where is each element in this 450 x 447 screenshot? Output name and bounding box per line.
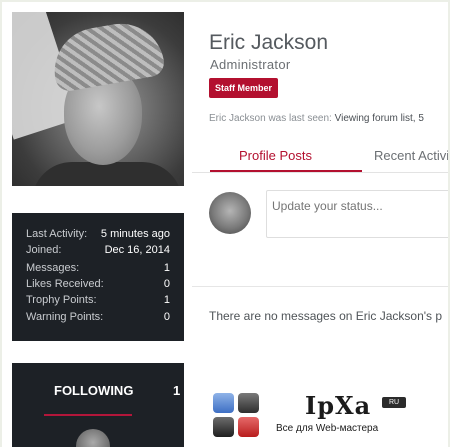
watermark-tile-red: [238, 417, 259, 437]
stat-label: Trophy Points:: [26, 294, 97, 306]
watermark-tile-black: [213, 417, 234, 437]
stat-likes-received: Likes Received: 0: [26, 276, 170, 292]
watermark-tile-dark: [238, 393, 259, 413]
profile-stats-panel: Last Activity: 5 minutes ago Joined: Dec…: [12, 213, 184, 341]
stat-label: Joined:: [26, 244, 62, 256]
stat-value: 0: [163, 278, 170, 290]
following-panel: FOLLOWING 1: [12, 363, 184, 447]
profile-name: Eric Jackson: [209, 31, 329, 54]
stat-label: Last Activity:: [26, 228, 88, 240]
stat-last-activity: Last Activity: 5 minutes ago: [26, 226, 170, 242]
watermark-tagline: Все для Web-мастера: [276, 423, 379, 434]
avatar-shirt: [32, 162, 182, 186]
tab-recent-activity[interactable]: Recent Activi: [374, 148, 448, 163]
stat-messages[interactable]: Messages: 1: [26, 260, 170, 276]
no-messages-text: There are no messages on Eric Jackson's …: [209, 309, 443, 323]
staff-member-badge: Staff Member: [209, 78, 279, 98]
active-tab-underline: [210, 170, 362, 172]
stat-value[interactable]: 1: [164, 294, 170, 306]
following-tab-underline: [44, 414, 132, 416]
profile-page: Last Activity: 5 minutes ago Joined: Dec…: [2, 2, 448, 447]
last-seen-link[interactable]: Viewing forum list, 5: [335, 113, 424, 124]
stat-warning-points: Warning Points: 0: [26, 309, 170, 325]
status-update-input[interactable]: [266, 190, 448, 238]
last-seen-label: Eric Jackson was last seen:: [209, 113, 332, 124]
profile-tabs: Profile Posts Recent Activi: [192, 142, 448, 173]
watermark-domain-badge: RU: [382, 397, 406, 408]
stat-trophy-points[interactable]: Trophy Points: 1: [26, 292, 170, 308]
following-count[interactable]: 1: [173, 383, 180, 398]
content-divider: [192, 286, 448, 287]
stat-value: Dec 16, 2014: [104, 244, 170, 256]
stat-value: 0: [163, 311, 170, 323]
tab-profile-posts[interactable]: Profile Posts: [239, 148, 312, 163]
watermark-tile-blue: [213, 393, 234, 413]
stat-joined: Joined: Dec 16, 2014: [26, 242, 170, 258]
profile-avatar[interactable]: [12, 12, 184, 186]
stat-label: Messages:: [26, 262, 80, 274]
watermark-brand: IpXa: [305, 391, 372, 420]
profile-role: Administrator: [210, 57, 291, 72]
last-seen-line: Eric Jackson was last seen: Viewing foru…: [209, 113, 424, 124]
stat-value[interactable]: 1: [164, 262, 170, 274]
followed-user-avatar[interactable]: [76, 429, 110, 447]
watermark-logo-tiles: [213, 393, 261, 439]
status-avatar: [209, 192, 251, 234]
stat-value: 5 minutes ago: [100, 228, 170, 240]
avatar-cap: [47, 16, 167, 94]
following-tab[interactable]: FOLLOWING: [54, 383, 133, 398]
stat-label: Warning Points:: [26, 311, 104, 323]
stat-label: Likes Received:: [26, 278, 104, 290]
